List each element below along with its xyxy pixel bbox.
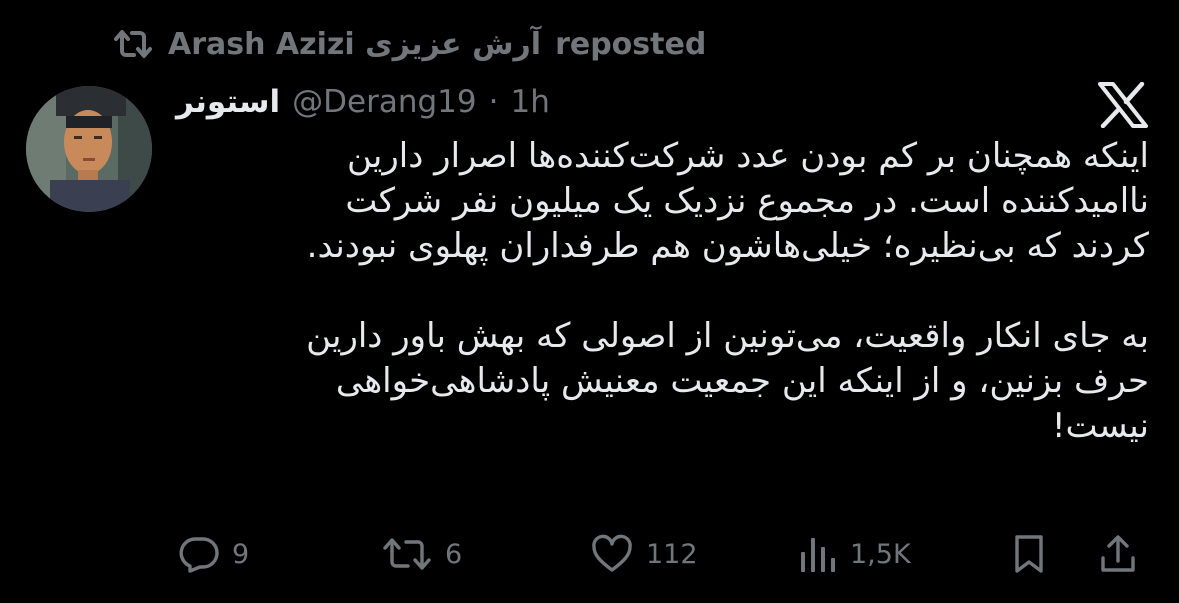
views-count: 1,5K bbox=[850, 538, 911, 570]
repost-count: 6 bbox=[445, 538, 463, 570]
tweet-text: اینکه همچنان بر کم بودن عدد شرکت‌کننده‌ه… bbox=[176, 134, 1149, 449]
header-separator: · bbox=[488, 84, 499, 120]
bookmark-button[interactable] bbox=[1012, 530, 1046, 578]
reposted-label: reposted bbox=[555, 26, 707, 62]
views-button[interactable]: 1,5K bbox=[798, 530, 911, 578]
tweet-paragraph: اینکه همچنان بر کم بودن عدد شرکت‌کننده‌ه… bbox=[306, 136, 1149, 266]
reply-button[interactable]: 9 bbox=[178, 530, 249, 578]
heart-icon bbox=[590, 534, 634, 574]
like-button[interactable]: 112 bbox=[590, 530, 698, 578]
reply-icon bbox=[178, 535, 220, 573]
views-chart-icon bbox=[798, 534, 838, 574]
author-avatar[interactable] bbox=[26, 86, 152, 212]
repost-icon bbox=[112, 27, 154, 61]
like-count: 112 bbox=[646, 538, 698, 570]
share-icon bbox=[1098, 533, 1138, 575]
repost-icon bbox=[381, 535, 433, 573]
reply-count: 9 bbox=[232, 538, 250, 570]
bookmark-icon bbox=[1012, 534, 1046, 574]
action-bar: 9 6 112 1,5K bbox=[178, 530, 1142, 578]
repost-button[interactable]: 6 bbox=[381, 530, 462, 578]
tweet-timestamp[interactable]: 1h bbox=[510, 84, 549, 120]
reposter-name-link[interactable]: Arash Azizi آرش عزیزی bbox=[168, 27, 541, 62]
author-display-name[interactable]: استونر bbox=[176, 84, 280, 120]
tweet-paragraph: به جای انکار واقعیت، می‌تونین از اصولی ک… bbox=[306, 316, 1149, 446]
tweet-header: استونر @Derang19 · 1h bbox=[176, 80, 550, 124]
share-button[interactable] bbox=[1098, 530, 1138, 578]
x-logo-icon bbox=[1098, 82, 1148, 128]
repost-indicator: Arash Azizi آرش عزیزی reposted bbox=[112, 22, 706, 66]
author-handle[interactable]: @Derang19 bbox=[292, 84, 476, 120]
